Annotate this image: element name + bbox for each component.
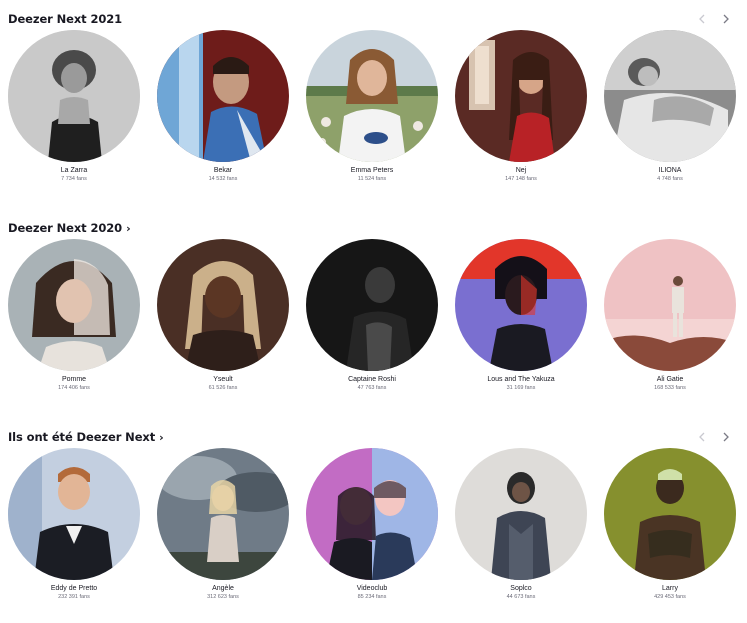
next-button[interactable]: [719, 430, 733, 444]
carousel-nav: [695, 8, 733, 30]
artist-fans: 174 406 fans: [58, 385, 90, 391]
artist-card[interactable]: Soplco 44 673 fans: [453, 448, 589, 601]
artist-avatar[interactable]: [306, 448, 438, 580]
artist-avatar[interactable]: [604, 448, 736, 580]
artist-card[interactable]: Nej 147 148 fans: [453, 30, 589, 183]
artist-fans: 11 524 fans: [357, 176, 387, 182]
artist-avatar[interactable]: [306, 30, 438, 162]
artist-name[interactable]: Nej: [453, 166, 589, 175]
artist-fans: 168 533 fans: [654, 385, 686, 391]
artist-row: Pomme 174 406 fans Yseult 61 526 fans Ca…: [0, 239, 747, 409]
artist-name[interactable]: Lous and The Yakuza: [453, 375, 589, 384]
section-header[interactable]: Deezer Next 2021: [8, 8, 122, 30]
artist-card[interactable]: Captaine Roshi 47 763 fans: [304, 239, 440, 392]
artist-avatar[interactable]: [157, 239, 289, 371]
artist-name[interactable]: La Zarra: [6, 166, 142, 175]
artist-card[interactable]: ILIONA 4 748 fans: [602, 30, 738, 183]
artist-fans: 147 148 fans: [505, 176, 537, 182]
artist-avatar[interactable]: [455, 239, 587, 371]
artist-name[interactable]: Soplco: [453, 584, 589, 593]
artist-fans: 312 623 fans: [207, 594, 239, 600]
artist-card[interactable]: Videoclub 85 234 fans: [304, 448, 440, 601]
artist-card[interactable]: Yseult 61 526 fans: [155, 239, 291, 392]
chevron-left-icon: [699, 14, 705, 24]
artist-row: La Zarra 7 734 fans Bekar 14 532 fans Em…: [0, 30, 747, 200]
section-header[interactable]: Deezer Next 2020 ›: [8, 217, 131, 239]
chevron-right-icon: [723, 432, 729, 442]
artist-fans: 14 532 fans: [208, 176, 238, 182]
artist-name[interactable]: Pomme: [6, 375, 142, 384]
section-title[interactable]: Deezer Next 2021: [8, 12, 122, 26]
section-header[interactable]: Ils ont été Deezer Next ›: [8, 426, 164, 448]
artist-avatar[interactable]: [157, 30, 289, 162]
artist-avatar[interactable]: [455, 30, 587, 162]
artist-avatar[interactable]: [455, 448, 587, 580]
artist-card[interactable]: Angèle 312 623 fans: [155, 448, 291, 601]
artist-card[interactable]: Emma Peters 11 524 fans: [304, 30, 440, 183]
chevron-left-icon: [699, 432, 705, 442]
artist-name[interactable]: Eddy de Pretto: [6, 584, 142, 593]
artist-card[interactable]: La Zarra 7 734 fans: [6, 30, 142, 183]
prev-button[interactable]: [695, 12, 709, 26]
artist-avatar[interactable]: [157, 448, 289, 580]
artist-name[interactable]: Emma Peters: [304, 166, 440, 175]
artist-avatar[interactable]: [8, 448, 140, 580]
artist-card[interactable]: Lous and The Yakuza 31 169 fans: [453, 239, 589, 392]
artist-fans: 47 763 fans: [357, 385, 387, 391]
chevron-right-icon[interactable]: ›: [126, 222, 131, 235]
artist-name[interactable]: Yseult: [155, 375, 291, 384]
artist-name[interactable]: Captaine Roshi: [304, 375, 440, 384]
artist-row: Eddy de Pretto 232 391 fans Angèle 312 6…: [0, 448, 747, 618]
artist-avatar[interactable]: [604, 239, 736, 371]
artist-fans: 232 391 fans: [58, 594, 90, 600]
artist-card[interactable]: Larry 429 453 fans: [602, 448, 738, 601]
artist-name[interactable]: Larry: [602, 584, 738, 593]
artist-avatar[interactable]: [604, 30, 736, 162]
artist-card[interactable]: Ali Gatie 168 533 fans: [602, 239, 738, 392]
artist-fans: 61 526 fans: [208, 385, 238, 391]
section-title[interactable]: Ils ont été Deezer Next: [8, 430, 155, 444]
artist-name[interactable]: Angèle: [155, 584, 291, 593]
artist-name[interactable]: Videoclub: [304, 584, 440, 593]
carousel-nav: [695, 426, 733, 448]
artist-avatar[interactable]: [306, 239, 438, 371]
artist-fans: 7 734 fans: [61, 176, 87, 182]
artist-fans: 44 673 fans: [506, 594, 536, 600]
artist-name[interactable]: Bekar: [155, 166, 291, 175]
artist-fans: 31 169 fans: [506, 385, 536, 391]
prev-button[interactable]: [695, 430, 709, 444]
next-button[interactable]: [719, 12, 733, 26]
artist-avatar[interactable]: [8, 239, 140, 371]
chevron-right-icon[interactable]: ›: [159, 431, 164, 444]
artist-fans: 429 453 fans: [654, 594, 686, 600]
artist-fans: 85 234 fans: [357, 594, 387, 600]
artist-card[interactable]: Bekar 14 532 fans: [155, 30, 291, 183]
artist-name[interactable]: Ali Gatie: [602, 375, 738, 384]
artist-name[interactable]: ILIONA: [602, 166, 738, 175]
chevron-right-icon: [723, 14, 729, 24]
artist-card[interactable]: Eddy de Pretto 232 391 fans: [6, 448, 142, 601]
artist-fans: 4 748 fans: [657, 176, 683, 182]
section-title[interactable]: Deezer Next 2020: [8, 221, 122, 235]
artist-avatar[interactable]: [8, 30, 140, 162]
artist-card[interactable]: Pomme 174 406 fans: [6, 239, 142, 392]
